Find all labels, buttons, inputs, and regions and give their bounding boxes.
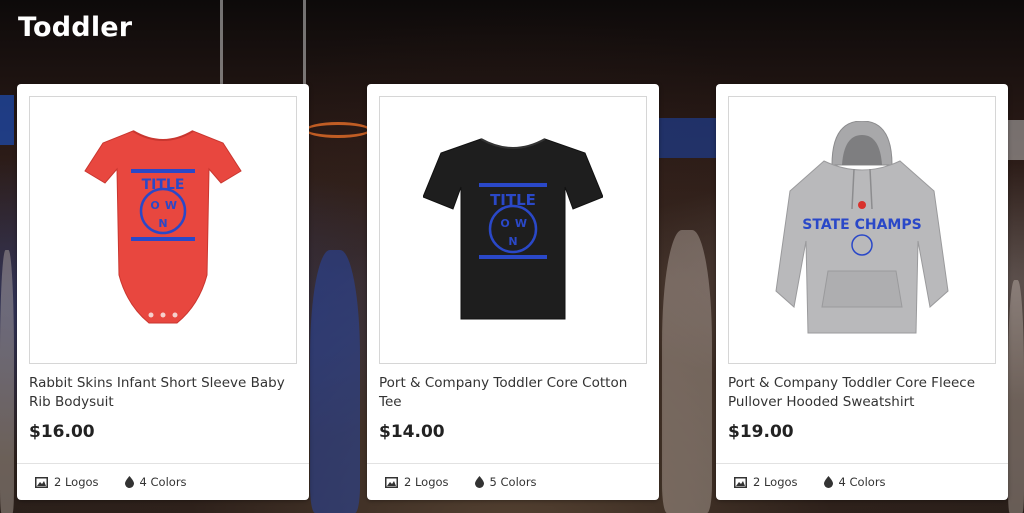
player-shape	[0, 250, 14, 513]
section-title: Toddler	[18, 12, 133, 43]
logos-label: 2 Logos	[753, 475, 798, 489]
banner-shape-right	[1008, 120, 1024, 160]
svg-text:O: O	[500, 217, 509, 230]
image-icon	[35, 476, 48, 488]
product-card[interactable]: STATE CHAMPS Port & Company Toddler Core…	[716, 84, 1008, 500]
product-price: $16.00	[29, 422, 95, 442]
image-icon	[385, 476, 398, 488]
product-name[interactable]: Rabbit Skins Infant Short Sleeve Baby Ri…	[29, 374, 297, 412]
product-price: $19.00	[728, 422, 794, 442]
svg-text:W: W	[165, 199, 177, 212]
product-meta: 2 Logos 4 Colors	[17, 463, 309, 500]
product-image[interactable]: TITLE O W N	[379, 96, 647, 364]
product-card[interactable]: TITLE O W N Rabbit Skins Infant Short Sl…	[17, 84, 309, 500]
product-price: $14.00	[379, 422, 445, 442]
drop-icon	[124, 476, 134, 488]
svg-text:W: W	[515, 217, 527, 230]
banner-shape	[658, 118, 718, 158]
hoodie-illustration: STATE CHAMPS	[775, 121, 949, 334]
logos-label: 2 Logos	[54, 475, 99, 489]
bodysuit-illustration: TITLE O W N	[84, 130, 242, 324]
svg-text:O: O	[150, 199, 159, 212]
svg-text:N: N	[158, 217, 167, 230]
logos-count: 2 Logos	[734, 475, 798, 489]
colors-count: 5 Colors	[474, 475, 537, 489]
colors-label: 4 Colors	[139, 475, 187, 489]
logos-count: 2 Logos	[385, 475, 449, 489]
svg-text:N: N	[508, 235, 517, 248]
product-card[interactable]: TITLE O W N Port & Company Toddler Core …	[367, 84, 659, 500]
svg-text:TITLE: TITLE	[142, 177, 185, 193]
colors-count: 4 Colors	[823, 475, 886, 489]
product-name[interactable]: Port & Company Toddler Core Cotton Tee	[379, 374, 647, 412]
backboard-shape	[220, 0, 306, 88]
image-icon	[734, 476, 747, 488]
hoop-rim-shape	[305, 122, 371, 138]
logos-count: 2 Logos	[35, 475, 99, 489]
tshirt-illustration: TITLE O W N	[423, 138, 603, 320]
colors-label: 5 Colors	[489, 475, 537, 489]
banner-shape-left	[0, 95, 14, 145]
logos-label: 2 Logos	[404, 475, 449, 489]
svg-text:STATE CHAMPS: STATE CHAMPS	[802, 217, 921, 233]
product-meta: 2 Logos 4 Colors	[716, 463, 1008, 500]
colors-label: 4 Colors	[838, 475, 886, 489]
drop-icon	[474, 476, 484, 488]
player-shape	[1008, 280, 1024, 513]
product-name[interactable]: Port & Company Toddler Core Fleece Pullo…	[728, 374, 996, 412]
product-image[interactable]: TITLE O W N	[29, 96, 297, 364]
player-shape	[662, 230, 712, 513]
colors-count: 4 Colors	[124, 475, 187, 489]
drop-icon	[823, 476, 833, 488]
product-meta: 2 Logos 5 Colors	[367, 463, 659, 500]
product-image[interactable]: STATE CHAMPS	[728, 96, 996, 364]
player-shape	[310, 250, 360, 513]
